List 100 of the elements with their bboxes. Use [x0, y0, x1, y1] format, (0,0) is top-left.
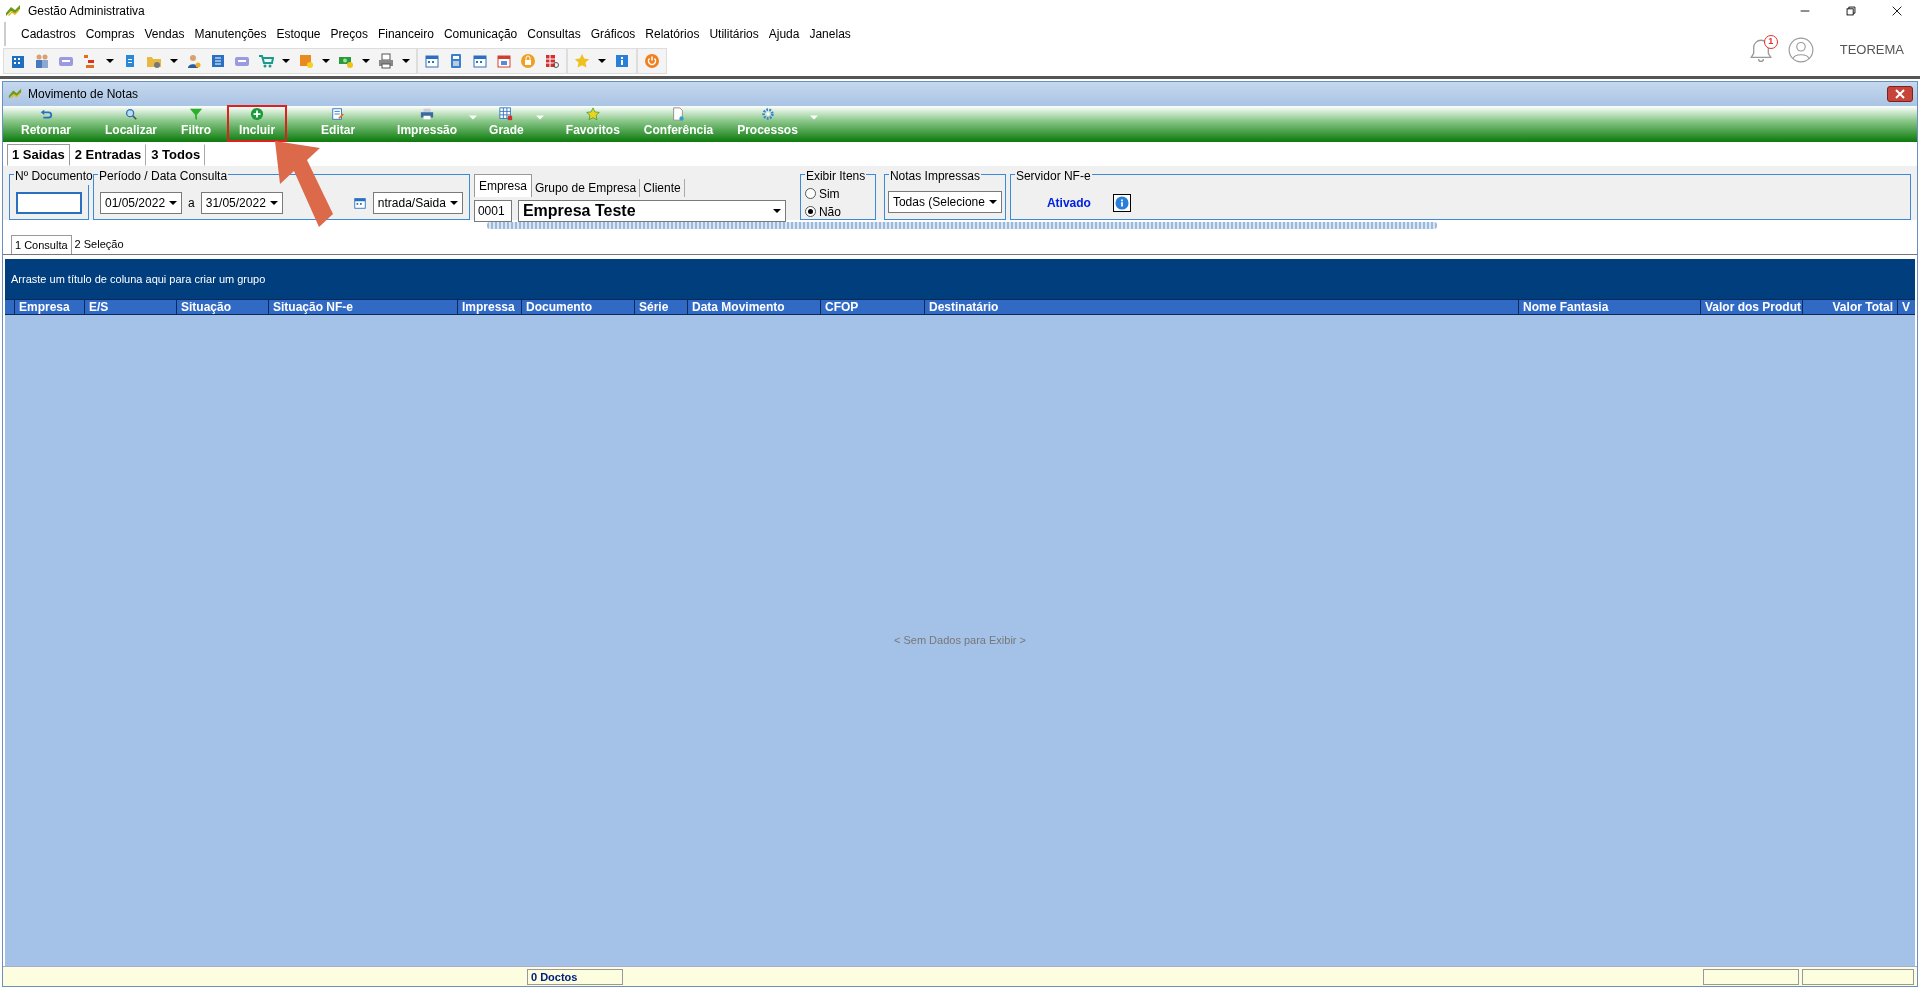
- company-code-field[interactable]: 0001: [473, 199, 512, 222]
- person-icon[interactable]: [186, 53, 202, 69]
- close-button[interactable]: [1887, 86, 1913, 102]
- logo-icon: [7, 87, 23, 101]
- bank-icon[interactable]: [210, 53, 226, 69]
- column-header[interactable]: Situação NF-e: [269, 300, 458, 314]
- caret-icon[interactable]: [988, 198, 997, 205]
- calendar-icon[interactable]: [424, 53, 440, 69]
- menu-item[interactable]: Utilitários: [704, 25, 764, 43]
- people-icon[interactable]: [34, 53, 50, 69]
- star-icon[interactable]: [574, 53, 590, 69]
- radio-button[interactable]: [804, 188, 816, 199]
- bell-icon[interactable]: [1747, 37, 1774, 63]
- calendar-icon[interactable]: [496, 53, 512, 69]
- tab[interactable]: 3 Todos: [146, 144, 206, 166]
- column-header[interactable]: Valor Total: [1803, 300, 1898, 314]
- caret-icon[interactable]: [282, 58, 290, 64]
- form-title: Movimento de Notas: [28, 86, 139, 103]
- caret-icon[interactable]: [169, 199, 178, 206]
- caret-icon[interactable]: [322, 58, 330, 64]
- company-dropdown[interactable]: Empresa Teste: [517, 199, 786, 222]
- menu-item[interactable]: Consultas: [522, 25, 586, 43]
- caret-icon[interactable]: [402, 58, 410, 64]
- caret-icon[interactable]: [170, 58, 178, 64]
- separator-label: a: [188, 194, 195, 212]
- notification-badge: 1: [1763, 35, 1778, 49]
- menu-item[interactable]: Relatórios: [640, 25, 705, 43]
- menu-item[interactable]: Manutenções: [189, 25, 272, 43]
- document-number-field[interactable]: [16, 191, 82, 214]
- power-icon[interactable]: [644, 53, 660, 69]
- caret-icon[interactable]: [269, 199, 278, 206]
- menu-item[interactable]: Financeiro: [372, 25, 439, 43]
- caret-icon[interactable]: [362, 58, 370, 64]
- empty-message: < Sem Dados para Exibir >: [893, 633, 1027, 649]
- printed-notes-dropdown[interactable]: Todas (Selecione: [887, 190, 1002, 213]
- calculator-icon[interactable]: [448, 53, 464, 69]
- info-icon[interactable]: [614, 53, 630, 69]
- column-header[interactable]: Série: [635, 300, 688, 314]
- date-field[interactable]: 01/05/2022: [100, 191, 183, 214]
- date-field[interactable]: 31/05/2022: [200, 191, 283, 214]
- server-status: Ativado: [1046, 194, 1091, 212]
- tab[interactable]: Grupo de Empresa: [531, 178, 641, 197]
- document-icon: [671, 107, 686, 121]
- radio-label: Sim: [818, 185, 840, 203]
- calendar-icon[interactable]: [352, 195, 367, 210]
- tab[interactable]: Cliente: [640, 178, 685, 197]
- radio-label: Não: [818, 203, 841, 221]
- column-header[interactable]: E/S: [85, 300, 177, 314]
- menu-item[interactable]: Vendas: [139, 25, 190, 43]
- menu-item[interactable]: Compras: [80, 25, 140, 43]
- window-title: Gestão Administrativa: [28, 3, 145, 20]
- splitter-handle[interactable]: [487, 221, 1437, 229]
- menu-item[interactable]: Ajuda: [763, 25, 805, 43]
- tab[interactable]: 1 Consulta: [11, 234, 72, 254]
- column-header[interactable]: Impressa: [458, 300, 522, 314]
- column-header[interactable]: V: [1898, 300, 1915, 314]
- menu-item[interactable]: Janelas: [804, 25, 856, 43]
- column-header[interactable]: Valor dos Produt: [1701, 300, 1803, 314]
- logo-icon: [4, 3, 22, 19]
- tab[interactable]: Empresa: [473, 173, 532, 197]
- column-header[interactable]: Empresa: [15, 300, 85, 314]
- menu-item[interactable]: Preços: [325, 25, 373, 43]
- building-icon[interactable]: [10, 53, 26, 69]
- menu-item[interactable]: Estoque: [271, 25, 326, 43]
- caret-icon[interactable]: [598, 58, 606, 64]
- menu-item[interactable]: Gráficos: [585, 25, 641, 43]
- cart-icon[interactable]: [258, 53, 274, 69]
- column-header[interactable]: Situação: [177, 300, 269, 314]
- grid-icon: [499, 107, 514, 121]
- user-name: TEOREMA: [1839, 41, 1904, 60]
- tab[interactable]: 2 Entradas: [69, 144, 147, 166]
- menu-item[interactable]: Comunicação: [438, 25, 523, 43]
- tab[interactable]: 2 Seleção: [71, 234, 127, 254]
- radio-button[interactable]: [804, 206, 816, 217]
- caret-icon[interactable]: [772, 207, 781, 214]
- printer-icon[interactable]: [378, 53, 394, 69]
- table-icon[interactable]: [544, 53, 560, 69]
- return-icon: [39, 107, 53, 121]
- add-icon: [250, 107, 265, 121]
- column-header[interactable]: Data Movimento: [688, 300, 821, 314]
- restore-icon[interactable]: [1844, 4, 1858, 18]
- caret-icon[interactable]: [449, 199, 458, 206]
- document-count: 0 Doctos: [527, 968, 623, 985]
- column-header[interactable]: Destinatário: [925, 300, 1519, 314]
- gear-icon: [760, 107, 775, 121]
- column-header[interactable]: CFOP: [821, 300, 925, 314]
- column-header[interactable]: Documento: [522, 300, 635, 314]
- menu-item[interactable]: Cadastros: [16, 25, 81, 43]
- edit-icon: [331, 107, 346, 121]
- close-icon[interactable]: [1890, 4, 1904, 18]
- tab[interactable]: 1 Saidas: [7, 144, 70, 166]
- search-icon: [124, 107, 139, 121]
- info-button[interactable]: [1112, 193, 1131, 212]
- type-dropdown[interactable]: ntrada/Saida: [372, 191, 463, 214]
- group-panel-hint: Arraste um título de coluna aqui para criar um grupo: [5, 259, 1915, 299]
- user-avatar-icon[interactable]: [1787, 37, 1814, 63]
- column-header[interactable]: Nome Fantasia: [1519, 300, 1701, 314]
- printer-icon: [420, 107, 435, 121]
- calendar-icon[interactable]: [472, 53, 488, 69]
- caret-icon[interactable]: [106, 58, 114, 64]
